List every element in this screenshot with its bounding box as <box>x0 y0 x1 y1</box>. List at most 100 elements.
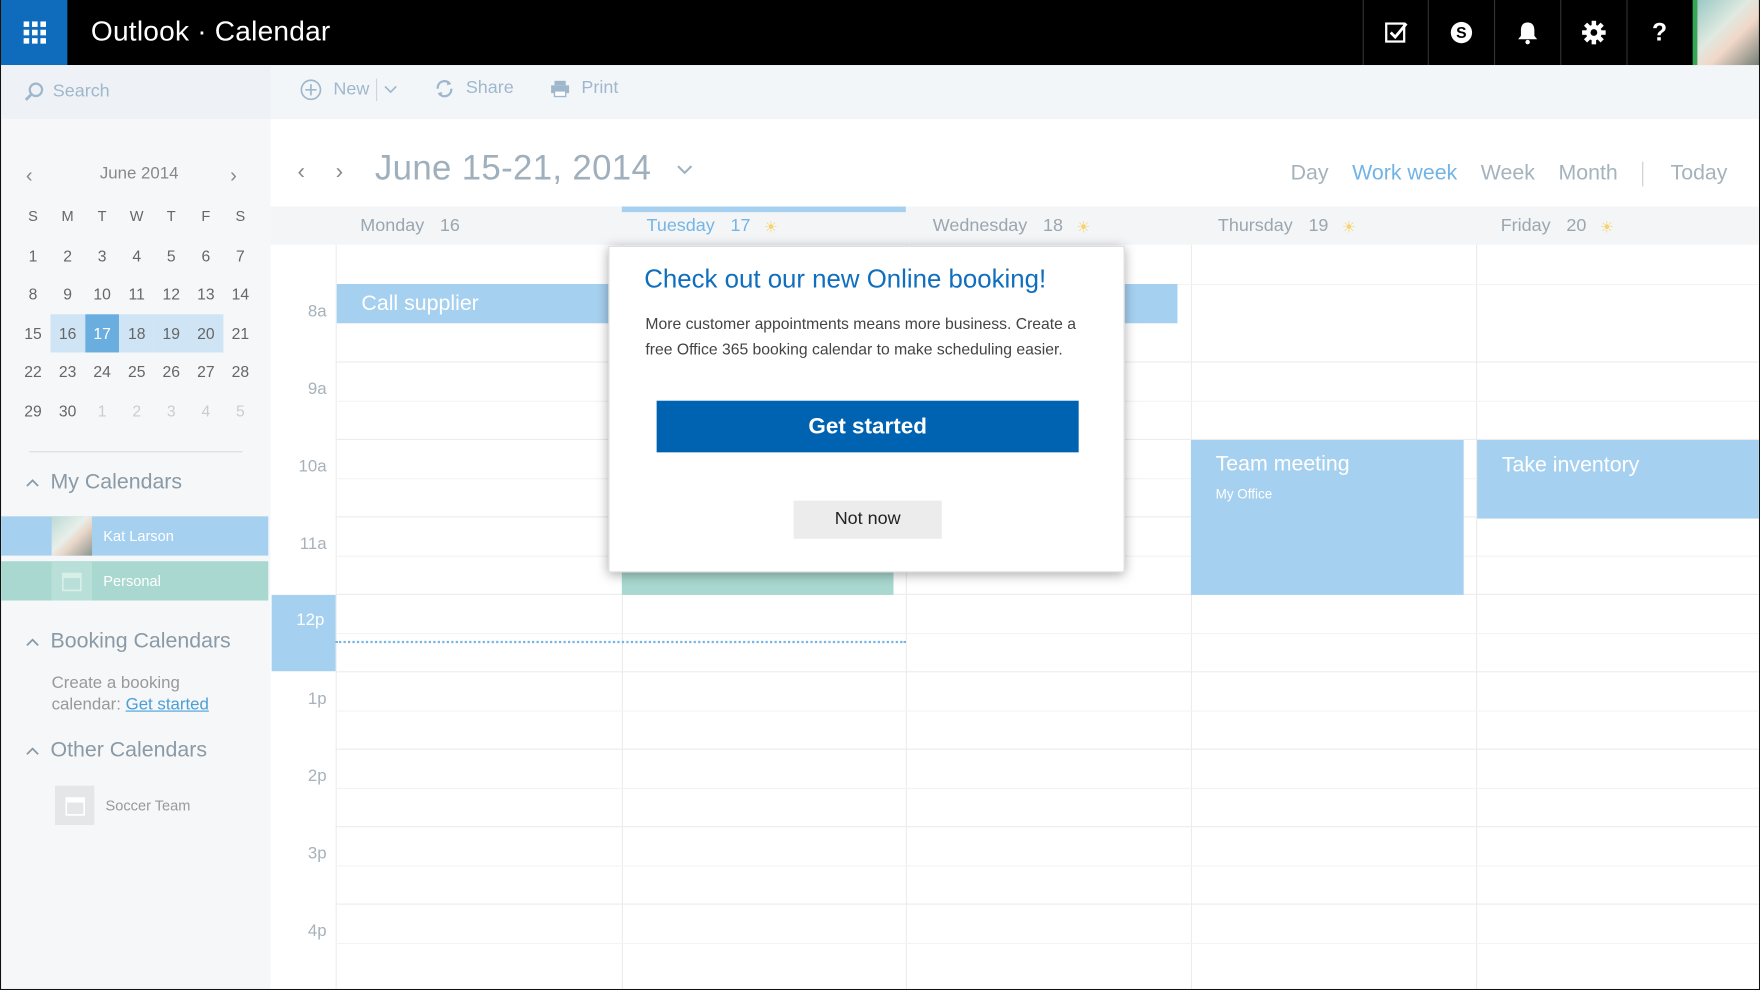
share-button[interactable]: Share <box>434 79 514 99</box>
grid-hline <box>335 748 1759 750</box>
mini-calendar-day[interactable]: 3 <box>154 391 189 429</box>
mini-calendar-day[interactable]: 8 <box>16 275 51 313</box>
time-label: 9a <box>307 379 327 399</box>
mini-calendar-day[interactable]: 4 <box>189 391 224 429</box>
mini-calendar-day[interactable]: 1 <box>85 391 120 429</box>
mini-calendar-day[interactable]: 1 <box>16 237 51 275</box>
day-header-tuesday[interactable]: Tuesday 17 ☀ <box>647 217 778 237</box>
view-month[interactable]: Month <box>1559 162 1618 187</box>
next-week-icon[interactable]: › <box>336 159 343 185</box>
dow-label: S <box>28 207 38 225</box>
time-label: 3p <box>307 844 327 864</box>
mini-calendar-day[interactable]: 14 <box>223 275 258 313</box>
mini-calendar-day[interactable]: 22 <box>16 353 51 391</box>
help-button[interactable]: ? <box>1626 0 1691 66</box>
grid-vline <box>1476 244 1478 989</box>
event-team-meeting[interactable]: Team meeting My Office <box>1190 440 1464 595</box>
day-header-wednesday[interactable]: Wednesday 18 ☀ <box>933 217 1091 237</box>
day-header-thursday[interactable]: Thursday 19 ☀ <box>1218 217 1356 237</box>
dow-label: W <box>129 207 144 225</box>
day-header-friday[interactable]: Friday 20 ☀ <box>1501 217 1614 237</box>
skype-button[interactable]: S <box>1427 0 1493 66</box>
sun-icon: ☀ <box>1599 217 1614 236</box>
booking-calendars-header[interactable]: Booking Calendars <box>26 630 231 655</box>
day-header-monday[interactable]: Monday 16 <box>360 217 460 237</box>
mini-calendar-day[interactable]: 10 <box>85 275 120 313</box>
mini-calendar-day[interactable]: 15 <box>16 314 51 352</box>
mini-calendar-day[interactable]: 6 <box>189 237 224 275</box>
get-started-button[interactable]: Get started <box>656 400 1079 453</box>
event-call-supplier[interactable]: Call supplier <box>336 283 618 324</box>
search-box[interactable]: Search <box>1 65 271 119</box>
mini-calendar-day[interactable]: 29 <box>16 391 51 429</box>
mini-calendar-day[interactable]: 27 <box>189 353 224 391</box>
mini-calendar-day[interactable]: 16 <box>50 314 85 353</box>
print-button[interactable]: Print <box>550 79 618 99</box>
mini-calendar-day[interactable]: 13 <box>189 275 224 313</box>
mini-calendar-day[interactable]: 28 <box>223 353 258 391</box>
mini-calendar-day[interactable]: 5 <box>223 391 258 429</box>
mini-calendar-day[interactable]: 19 <box>153 314 189 353</box>
chevron-down-icon[interactable] <box>384 85 397 94</box>
view-work-week[interactable]: Work week <box>1352 162 1457 187</box>
mini-calendar-day[interactable]: 17 <box>84 314 120 353</box>
notifications-button[interactable] <box>1493 0 1559 66</box>
mini-calendar-day[interactable]: 2 <box>119 391 154 429</box>
mini-calendar-day[interactable]: 30 <box>50 391 85 429</box>
chevron-up-icon <box>26 747 39 755</box>
user-avatar[interactable] <box>1692 0 1759 66</box>
mini-calendar-day[interactable]: 12 <box>154 275 189 313</box>
sun-icon: ☀ <box>1076 217 1091 236</box>
mini-calendar-day[interactable]: 26 <box>154 353 189 391</box>
dow-label: T <box>97 207 107 225</box>
new-button[interactable]: New <box>300 78 398 102</box>
event-tuesday-personal[interactable] <box>621 572 894 595</box>
mini-next-month-icon[interactable]: › <box>230 164 237 188</box>
mini-prev-month-icon[interactable]: ‹ <box>26 164 33 188</box>
calendar-item-soccer-team[interactable]: Soccer Team <box>55 785 190 826</box>
mini-calendar-day[interactable]: 20 <box>188 314 224 353</box>
mini-calendar-day[interactable]: 5 <box>154 237 189 275</box>
skype-icon: S <box>1450 21 1472 44</box>
not-now-button[interactable]: Not now <box>793 500 942 539</box>
settings-button[interactable] <box>1560 0 1625 66</box>
booking-get-started-link[interactable]: Get started <box>126 694 209 713</box>
mini-calendar-day[interactable]: 2 <box>50 237 85 275</box>
time-label: 11a <box>299 534 327 554</box>
date-range-title[interactable]: June 15-21, 2014 <box>375 148 693 188</box>
view-week[interactable]: Week <box>1481 162 1535 187</box>
current-time-label: 12p <box>296 610 325 630</box>
mini-calendar: S M T W T F S 1 2 3 4 5 6 7 8 9 10 11 12 13 14 15 16 17 18 19 20 21… <box>16 198 258 430</box>
mini-calendar-day[interactable]: 21 <box>223 314 258 352</box>
prev-week-icon[interactable]: ‹ <box>297 159 304 185</box>
tasks-button[interactable] <box>1362 0 1428 66</box>
event-take-inventory[interactable]: Take inventory <box>1477 440 1759 519</box>
calendar-item-kat-larson[interactable]: Kat Larson <box>1 516 269 556</box>
mini-calendar-day[interactable]: 18 <box>119 314 154 353</box>
day-name: Wednesday <box>932 216 1028 236</box>
mini-calendar-day[interactable]: 25 <box>119 353 154 391</box>
grid-vline <box>1190 244 1193 989</box>
mini-calendar-day[interactable]: 24 <box>85 353 120 391</box>
other-calendars-header[interactable]: Other Calendars <box>26 739 207 764</box>
sun-icon: ☀ <box>1341 217 1356 236</box>
mini-calendar-day[interactable]: 7 <box>223 237 258 275</box>
booking-calendars-label: Booking Calendars <box>50 629 231 654</box>
mini-calendar-day[interactable]: 11 <box>119 275 154 313</box>
print-label: Print <box>581 78 619 98</box>
mini-calendar-day[interactable]: 4 <box>119 237 154 275</box>
view-day[interactable]: Day <box>1291 162 1329 187</box>
mini-calendar-day[interactable]: 3 <box>85 237 120 275</box>
left-pane: ‹ June 2014 › S M T W T F S 1 2 3 4 5 6 7 8 9 10 11 12 13 14… <box>1 118 271 989</box>
today-button[interactable]: Today <box>1671 162 1728 187</box>
app-launcher-button[interactable] <box>1 0 68 66</box>
mini-calendar-week: 15 16 17 18 19 20 21 <box>16 314 258 353</box>
mini-calendar-day[interactable]: 9 <box>50 275 85 313</box>
day-number: 19 <box>1308 216 1329 236</box>
date-range-label: June 15-21, 2014 <box>374 148 652 188</box>
my-calendars-header[interactable]: My Calendars <box>26 470 182 495</box>
grid-hline <box>335 865 1759 867</box>
calendar-item-personal[interactable]: Personal <box>1 561 269 601</box>
day-name: Monday <box>360 216 425 236</box>
mini-calendar-day[interactable]: 23 <box>50 353 85 391</box>
